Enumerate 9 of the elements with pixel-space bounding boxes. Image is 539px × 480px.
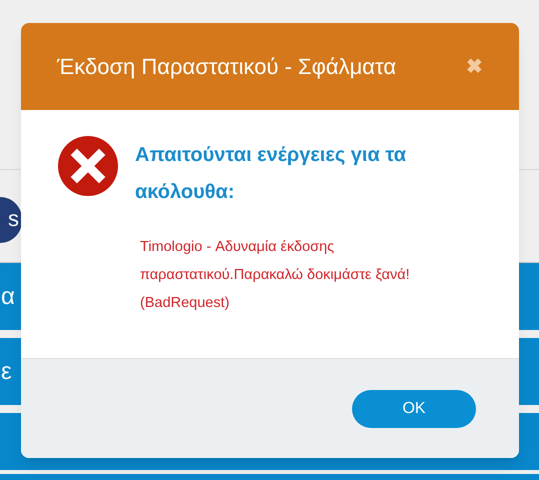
badge[interactable]: s [0,197,22,243]
menu-label: α [1,282,15,312]
ok-button[interactable]: OK [352,390,476,428]
error-heading: Απαιτούνται ενέργειες για τα ακόλουθα: [135,143,408,205]
menu-label: ε [1,356,12,386]
error-icon [58,136,118,196]
error-message: Timologio - Αδυναμία έκδοσης παραστατικού.Παρακαλώ δοκιμάστε ξανά! (BadRequest) [140,238,411,313]
dialog-title: Έκδοση Παραστατικού - Σφάλματα [57,53,396,81]
close-button[interactable]: ✖ [466,56,483,76]
